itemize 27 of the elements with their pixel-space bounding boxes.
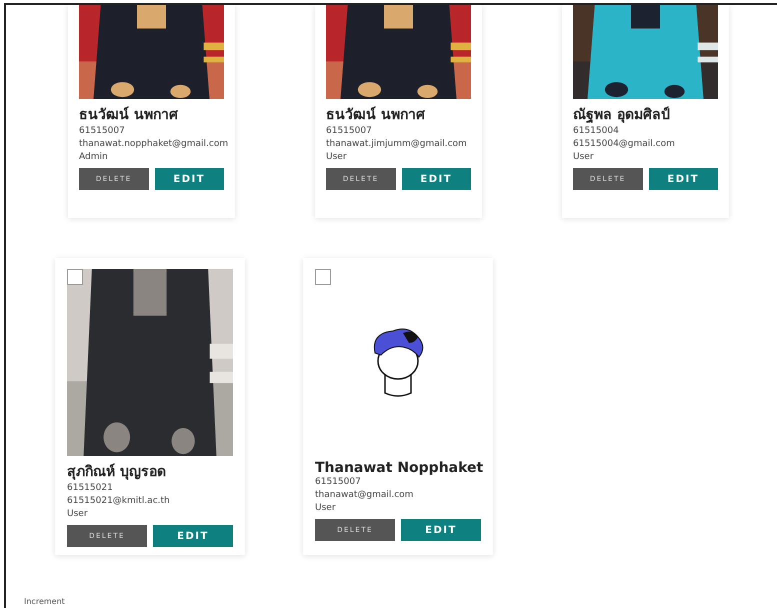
- select-checkbox[interactable]: [67, 269, 83, 285]
- student-id: 61515007: [79, 125, 126, 138]
- edit-button[interactable]: EDIT: [402, 168, 471, 190]
- edit-button[interactable]: EDIT: [648, 168, 718, 190]
- user-email: thanawat.jimjumm@gmail.com: [326, 138, 468, 151]
- increment-label: Increment: [24, 597, 66, 606]
- user-role: User: [326, 151, 348, 164]
- user-name: ธนวัฒน์ นพกาศ: [79, 106, 179, 125]
- edit-button[interactable]: EDIT: [154, 168, 224, 190]
- user-role: User: [315, 502, 337, 515]
- user-name: สุภกิณห์ บุญรอด: [67, 462, 167, 482]
- user-name: Thanawat Nopphaket: [315, 460, 481, 476]
- user-name: ธนวัฒน์ นพกาศ: [326, 106, 426, 125]
- student-id: 61515021: [67, 482, 114, 495]
- student-id: 61515004: [573, 125, 620, 138]
- user-role: User: [67, 508, 89, 521]
- edit-button[interactable]: EDIT: [153, 525, 233, 547]
- select-checkbox[interactable]: [315, 269, 331, 285]
- student-id: 61515007: [326, 125, 373, 138]
- student-id: 61515007: [315, 476, 362, 489]
- user-role: User: [573, 151, 595, 164]
- user-name: ณัฐพล อุดมศิลป์: [573, 106, 671, 125]
- user-role: Admin: [79, 151, 109, 164]
- edit-button[interactable]: EDIT: [401, 519, 481, 541]
- user-email: thanawat@gmail.com: [315, 489, 414, 502]
- user-email: 61515021@kmitl.ac.th: [67, 495, 171, 508]
- user-email: 61515004@gmail.com: [573, 138, 676, 151]
